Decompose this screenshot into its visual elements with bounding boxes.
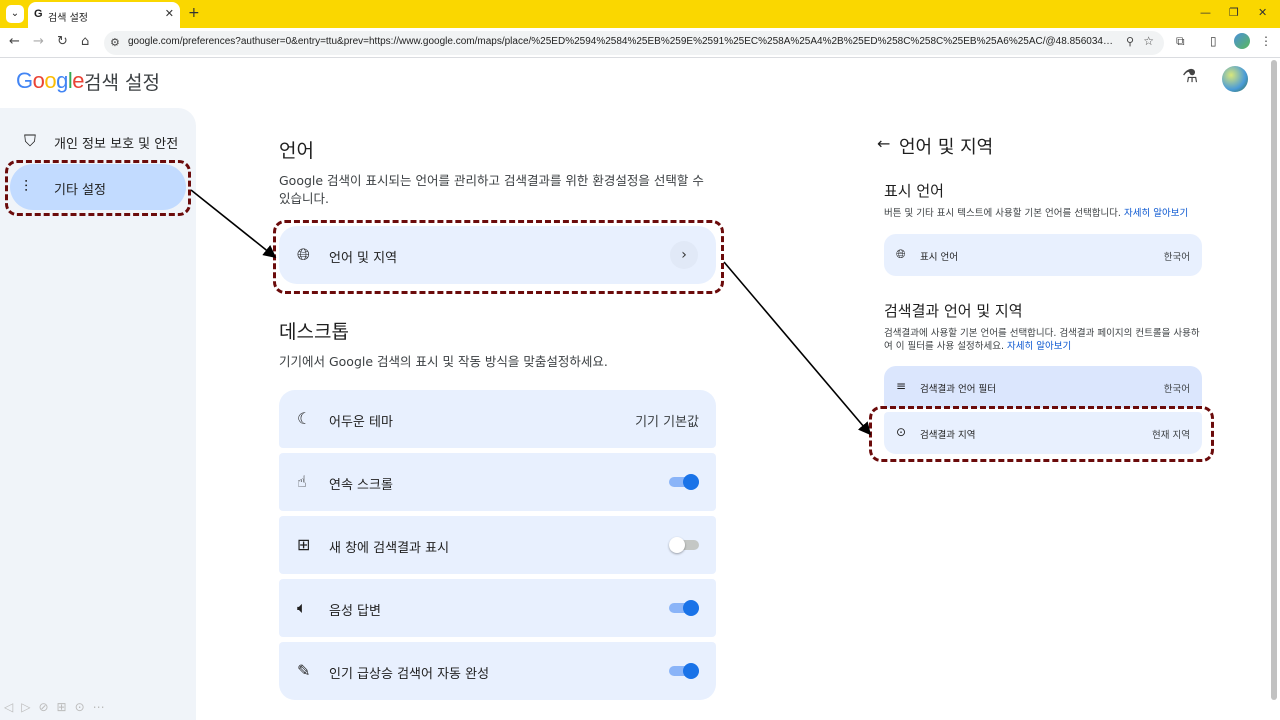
scrollbar-thumb[interactable] — [1271, 60, 1277, 700]
page-scrollbar[interactable] — [1270, 60, 1278, 710]
arrow-to-language-card — [190, 189, 277, 258]
annotation-arrows — [190, 189, 872, 436]
arrow-to-region-card — [723, 261, 872, 436]
